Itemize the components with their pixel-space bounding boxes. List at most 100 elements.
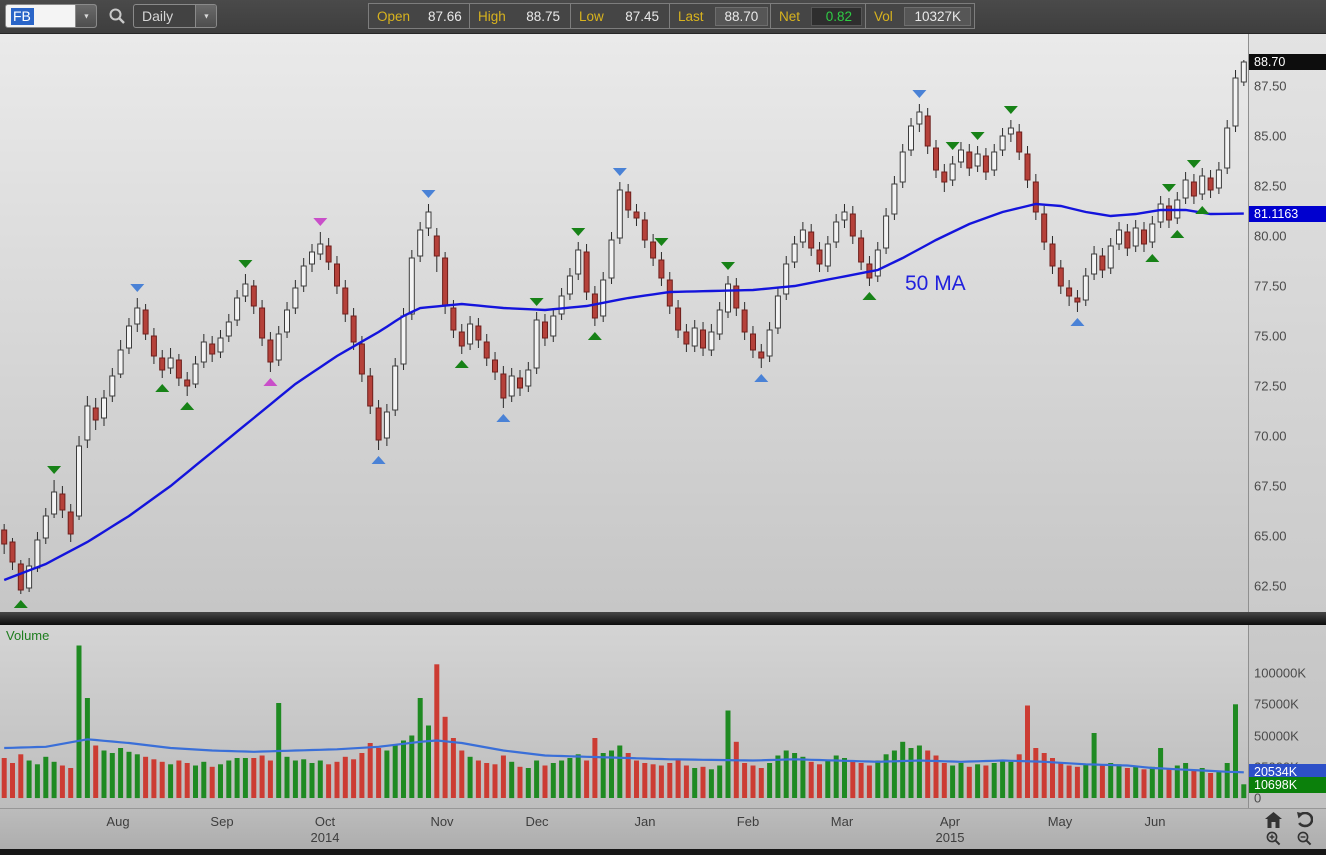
candle-body: [134, 307, 141, 325]
signal-down-triangle: [130, 284, 145, 292]
signal-up-triangle: [155, 384, 170, 392]
volume-bar: [1116, 764, 1122, 799]
volume-bar: [409, 735, 415, 798]
volume-bar: [101, 750, 107, 798]
home-button[interactable]: [1258, 810, 1289, 829]
candle-body: [982, 155, 989, 173]
candle-body: [408, 257, 415, 315]
volume-bar: [1208, 773, 1214, 798]
price-chart-panel[interactable]: [0, 33, 1248, 612]
symbol-combobox[interactable]: FB ▼: [5, 4, 97, 28]
month-label: Sep: [210, 814, 234, 829]
candle-body: [309, 251, 315, 265]
volume-bar: [634, 760, 639, 798]
candle-body: [317, 243, 324, 255]
last-price-badge: 88.70: [1249, 54, 1326, 70]
candle-body: [367, 375, 374, 407]
month-label: Apr: [939, 814, 961, 829]
candle-body: [525, 369, 532, 387]
volume-bar: [517, 766, 523, 799]
volume-bar: [226, 760, 232, 798]
volume-chart[interactable]: [0, 625, 1248, 808]
low-value: 87.45: [625, 8, 659, 24]
volume-bar: [742, 763, 748, 798]
candle-body: [425, 211, 432, 229]
volume-bar: [750, 765, 756, 798]
volume-bar: [168, 764, 174, 799]
undo-button[interactable]: [1289, 810, 1320, 829]
candle-body: [883, 215, 890, 249]
volume-bar: [442, 716, 448, 799]
candle-body: [84, 405, 91, 441]
panel-divider[interactable]: [0, 612, 1326, 625]
candle-body: [342, 287, 349, 315]
symbol-input[interactable]: FB: [11, 7, 34, 25]
candle-body: [442, 257, 449, 307]
candle-body: [1, 529, 8, 545]
volume-bar: [18, 754, 24, 799]
volume-bar: [509, 761, 515, 799]
candle-body: [916, 111, 923, 125]
interval-combobox[interactable]: Daily ▼: [133, 4, 217, 28]
volume-bar: [1066, 765, 1072, 798]
symbol-dropdown-button[interactable]: ▼: [75, 5, 96, 27]
volume-bar: [134, 754, 140, 799]
signal-down-triangle: [313, 218, 328, 226]
candle-body: [275, 333, 282, 361]
volume-bar: [309, 763, 315, 798]
high-value: 88.75: [526, 8, 560, 24]
candlestick-chart[interactable]: [0, 33, 1248, 612]
candle-body: [433, 235, 440, 257]
volume-chart-panel[interactable]: [0, 625, 1248, 808]
volume-bar: [209, 766, 215, 799]
price-tick-label: 70.00: [1254, 428, 1287, 444]
interval-dropdown-button[interactable]: ▼: [195, 5, 216, 27]
volume-bar: [584, 760, 590, 798]
volume-bar: [900, 741, 906, 799]
volume-bar: [708, 769, 714, 799]
candle-body: [858, 237, 865, 263]
candle-body: [774, 295, 781, 329]
zoom-out-button[interactable]: [1289, 829, 1320, 848]
volume-bar: [426, 725, 431, 798]
candle-body: [691, 327, 698, 347]
volume-bar: [234, 758, 240, 798]
candle-body: [1157, 203, 1164, 223]
quote-low: Low 87.45: [571, 4, 670, 28]
volume-bar: [817, 764, 822, 799]
signal-down-triangle: [571, 228, 586, 236]
candle-body: [958, 149, 964, 163]
candle-body: [1149, 223, 1156, 243]
price-axis[interactable]: 87.50 85.00 82.50 80.00 77.50 75.00 72.50 70.00…: [1248, 33, 1326, 808]
time-axis[interactable]: Aug Sep Oct Nov Dec Jan Feb Mar Apr May Jun 2014 201…: [0, 808, 1326, 850]
volume-bar: [559, 760, 565, 798]
search-button[interactable]: [106, 5, 128, 27]
volume-bar: [26, 760, 32, 798]
candle-body: [467, 323, 474, 345]
candle-body: [1116, 229, 1122, 245]
signal-up-triangle: [263, 378, 278, 386]
price-tick-label: 82.50: [1254, 178, 1287, 194]
volume-bar: [475, 760, 481, 798]
volume-bar: [758, 768, 764, 798]
candle-body: [234, 297, 241, 321]
candle-body: [167, 357, 174, 369]
candle-body: [300, 265, 307, 287]
low-label: Low: [579, 8, 604, 24]
zoom-in-button[interactable]: [1258, 829, 1289, 848]
volume-ma-line: [4, 738, 1244, 774]
volume-bar: [692, 768, 698, 798]
volume-bar: [126, 751, 132, 799]
candle-body: [874, 249, 881, 277]
candle-body: [1032, 181, 1039, 213]
candle-body: [500, 373, 507, 399]
candle-body: [675, 307, 682, 331]
price-tick-label: 80.00: [1254, 228, 1287, 244]
undo-arrow-icon: [1297, 811, 1313, 827]
year-label: 2015: [935, 830, 965, 845]
signal-up-triangle: [180, 402, 195, 410]
volume-bar: [159, 761, 165, 799]
volume-bar: [1033, 748, 1039, 798]
volume-bar: [1108, 763, 1114, 798]
candle-body: [59, 493, 66, 511]
